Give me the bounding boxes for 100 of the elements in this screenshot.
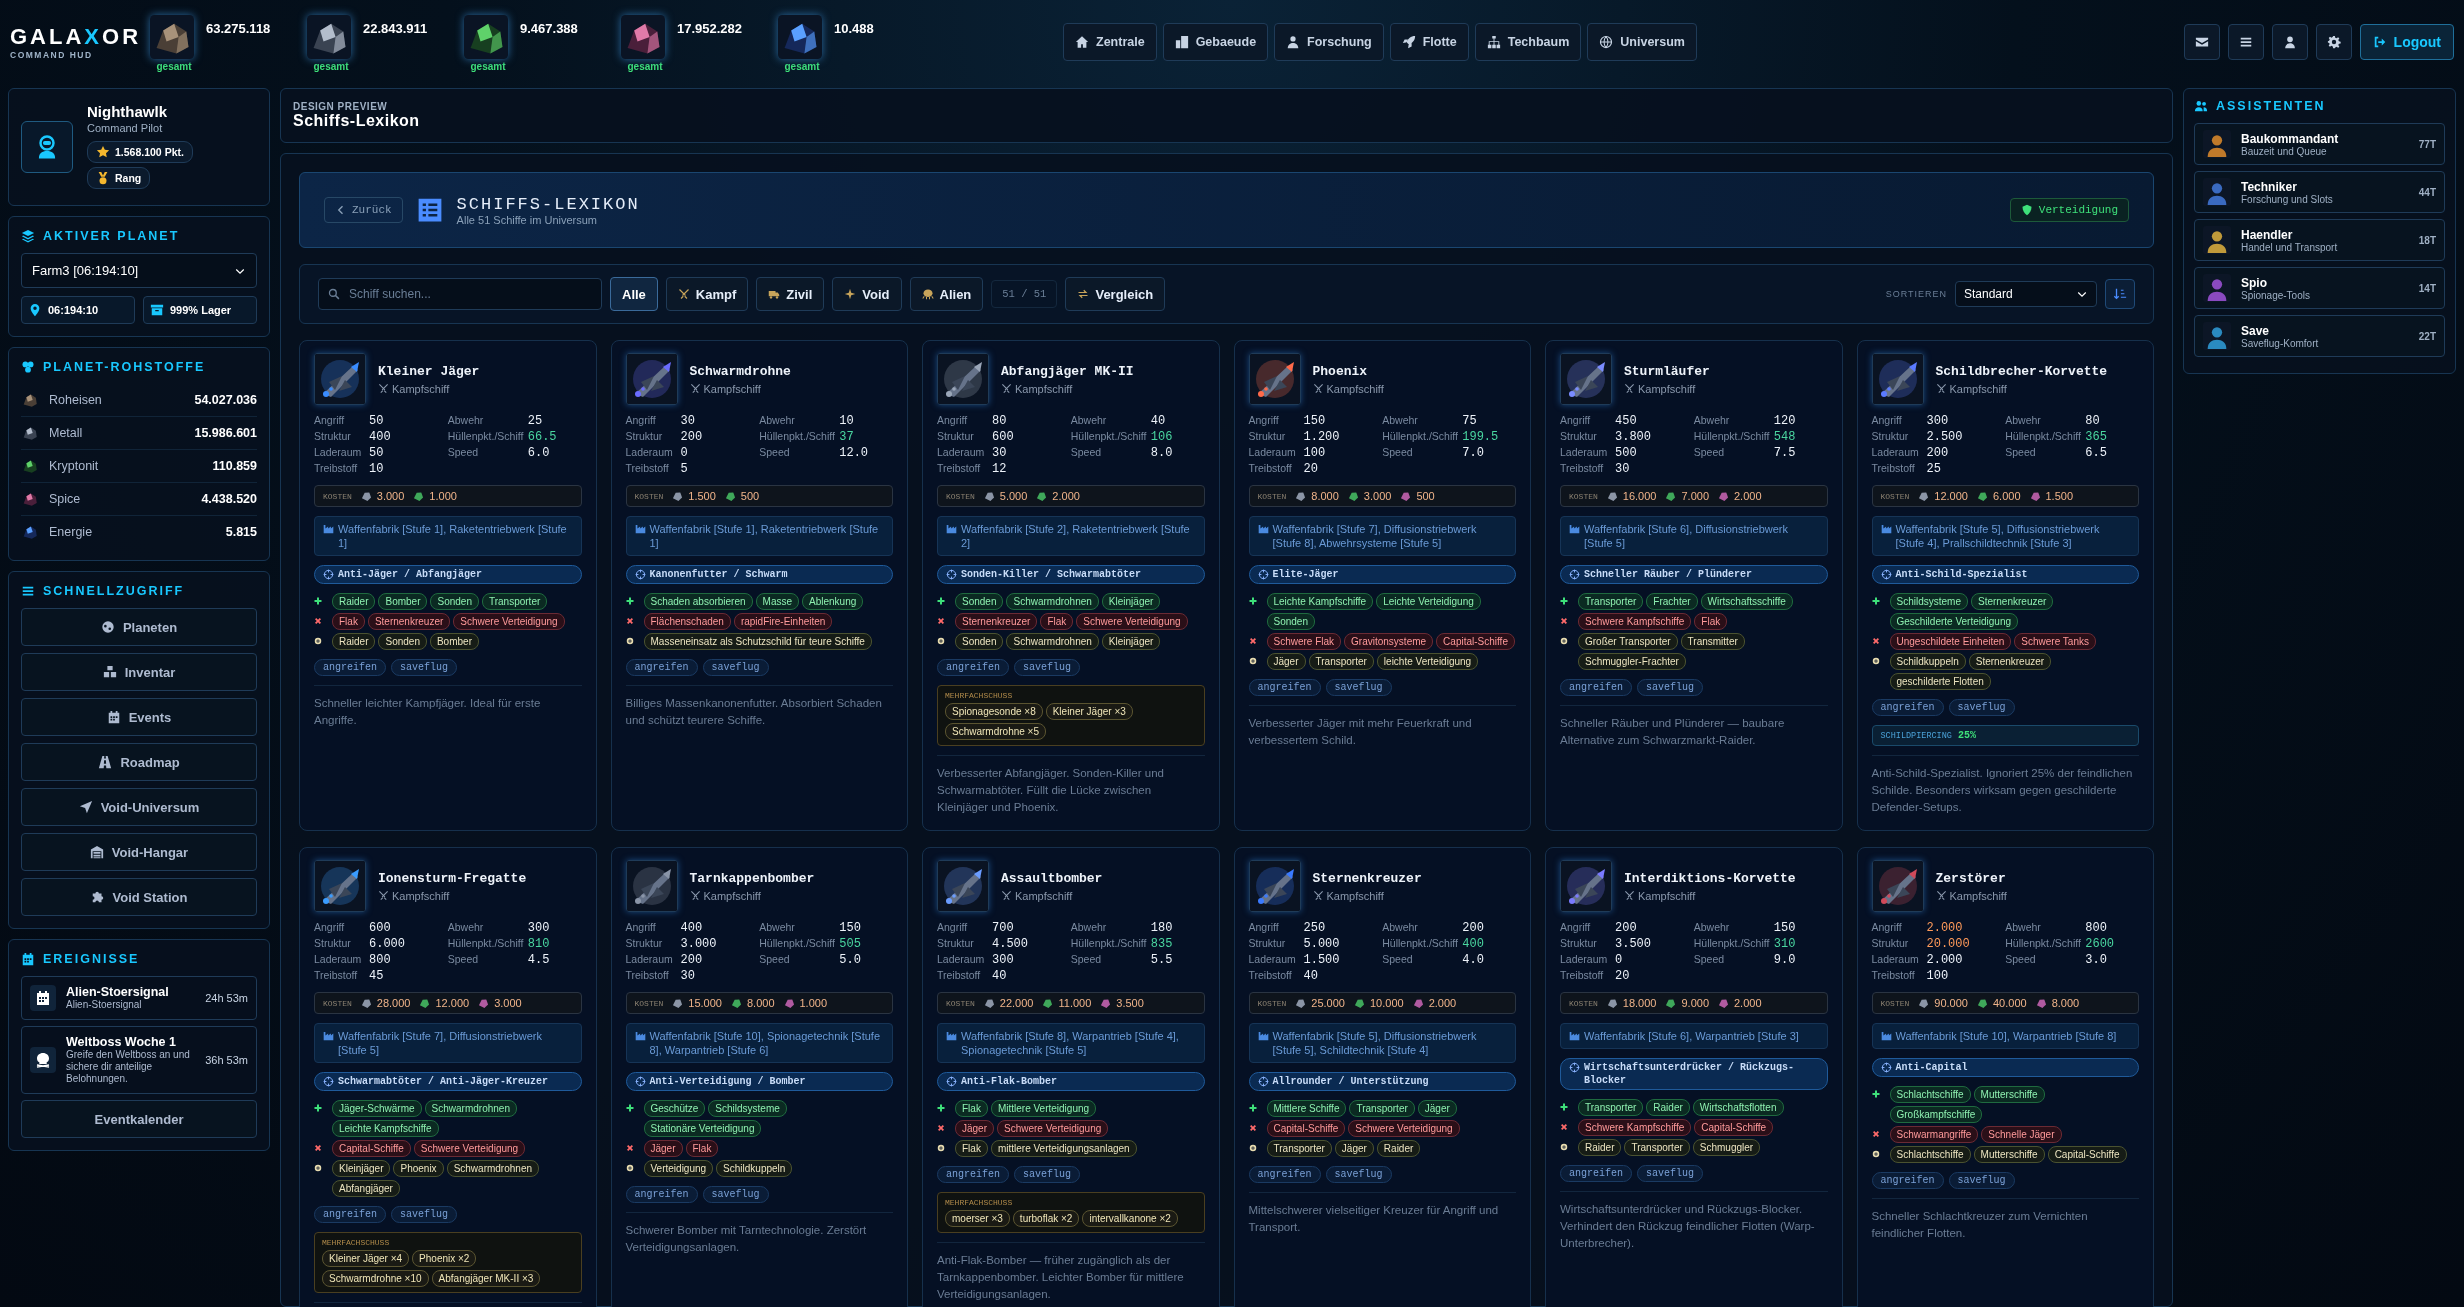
assistant-item[interactable]: Spio Spionage-Tools 14T [2194, 267, 2445, 309]
requirement-text: Waffenfabrik [Stufe 6], Warpantrieb [Stufe 3] [1584, 1029, 1799, 1043]
assistant-item[interactable]: Save Saveflug-Komfort 22T [2194, 315, 2445, 357]
assistant-text: Bauzeit und Queue [2241, 145, 2328, 157]
crystal-icon [1665, 490, 1677, 502]
stat-value: 150 [1773, 921, 1796, 935]
ship-name: Schwarmdrohne [689, 363, 791, 379]
ship-type: Kampfschiff [1949, 382, 2007, 395]
filter-button[interactable]: Void [832, 277, 902, 311]
quick-link-button[interactable]: Void-Universum [21, 788, 257, 826]
search-field[interactable]: Schiff suchen... [318, 278, 602, 310]
matchup-tag: Schwere Verteidigung [453, 613, 565, 630]
filter-button[interactable]: Zivil [756, 277, 825, 311]
crosshair-icon [1257, 1076, 1269, 1087]
assistant-item[interactable]: Haendler Handel und Transport 18T [2194, 219, 2445, 261]
ship-type: Kampfschiff [1326, 382, 1384, 395]
crystal-icon [1976, 997, 1988, 1009]
event-item[interactable]: Weltboss Woche 1 Greife den Weltboss an und sichere dir anteilige Belohnungen. 36h 53m [21, 1026, 257, 1094]
rocket-icon [1401, 35, 1416, 49]
stat-value: 5.5 [1150, 953, 1173, 967]
event-item[interactable]: Alien-Stoersignal Alien-Stoersignal 24h 53m [21, 976, 257, 1020]
cost-label: KOSTEN [634, 998, 664, 1008]
avatar-icon [2203, 226, 2231, 254]
ship-description: Schneller Räuber und Plünderer — baubare Alternative zum Schwarzmarkt-Raider. [1560, 716, 1786, 748]
matchup-tag: Gravitonsysteme [1344, 633, 1434, 650]
assistant-item[interactable]: Baukommandant Bauzeit und Queue 77T [2194, 123, 2445, 165]
stat-label: Speed [2005, 953, 2037, 965]
cost-value: 12.000 [1934, 490, 1968, 502]
stat-value: 4.5 [527, 953, 550, 967]
cost-label: KOSTEN [946, 491, 975, 501]
settings-button[interactable] [2315, 24, 2352, 60]
menu-button[interactable] [2227, 24, 2264, 60]
matchup-tag: Kleinjäger [1101, 633, 1161, 650]
ship-type: Kampfschiff [1638, 889, 1696, 902]
event-time: 24h 53m [205, 992, 248, 1004]
quick-link-button[interactable]: Roadmap [21, 743, 257, 781]
stat-label: Laderaum [1248, 953, 1297, 965]
filter-button[interactable]: Alle [610, 277, 658, 311]
stat-label: Hüllenpkt./Schiff [2005, 937, 2082, 949]
role-text: Schwarmabtöter / Anti-Jäger-Kreuzer [338, 1075, 549, 1088]
matchup-tag: Schmuggler-Frachter [1578, 653, 1686, 670]
ship-description: Verbesserter Abfangjäger. Sonden-Killer und Schwarmabtöter. Füllt die Lücke zwischen Kleinjäger und Phoenix. [937, 766, 1165, 815]
matchup-tag: Ungeschildete Einheiten [1889, 633, 2012, 650]
stat-label: Hüllenpkt./Schiff [1382, 937, 1459, 949]
mission-tag: saveflug [1637, 679, 1704, 696]
nav-button[interactable]: Techbaum [1474, 23, 1582, 61]
matchup-tag: Capital-Schiffe [1266, 1120, 1346, 1137]
nav-button[interactable]: Universum [1587, 23, 1697, 61]
assistant-item[interactable]: Techniker Forschung und Slots 44T [2194, 171, 2445, 213]
ore-icon [1918, 490, 1930, 502]
cross-icon [1248, 1124, 1257, 1132]
mission-tag: angreifen [1248, 679, 1321, 696]
matchup-tag: Mutterschiffe [1973, 1086, 2045, 1103]
sort-direction-button[interactable] [2105, 279, 2135, 309]
compare-button[interactable]: Vergleich [1065, 277, 1166, 311]
cost-label: KOSTEN [946, 998, 975, 1008]
back-button[interactable]: Zurück [324, 197, 403, 223]
nav-button[interactable]: Flotte [1389, 23, 1469, 61]
profile-button[interactable] [2271, 24, 2308, 60]
stat-label: Laderaum [625, 953, 674, 965]
target-icon [1560, 637, 1568, 645]
stat-label: Speed [1070, 953, 1103, 965]
role-text: Sonden-Killer / Schwarmabtöter [961, 568, 1142, 581]
stat-value: 200 [1615, 921, 1637, 935]
stat-label: Laderaum [1560, 953, 1609, 965]
planet-select[interactable]: Farm3 [06:194:10] [21, 253, 257, 288]
nav-button[interactable]: Gebaeude [1162, 23, 1269, 61]
plus-icon [1560, 597, 1568, 605]
stat-label: Angriff [1560, 414, 1592, 426]
matchup-tag: Schwarmdrohnen [446, 1160, 539, 1177]
cost-value: 90.000 [1934, 997, 1968, 1009]
stat-label: Treibstoff [937, 462, 982, 474]
stat-value: 5.000 [1303, 937, 1340, 951]
quick-link-button[interactable]: Void Station [21, 878, 257, 916]
nav-button[interactable]: Zentrale [1063, 23, 1157, 61]
defense-badge[interactable]: Verteidigung [2009, 198, 2129, 222]
quick-link-button[interactable]: Inventar [21, 653, 257, 691]
filter-button[interactable]: Kampf [665, 277, 749, 311]
quick-link-button[interactable]: Events [21, 698, 257, 736]
filter-button[interactable]: Alien [909, 277, 984, 311]
quick-link-button[interactable]: Planeten [21, 608, 257, 646]
cost-value: 1.000 [799, 997, 828, 1009]
stat-value: 80 [992, 414, 1007, 428]
factory-icon [1569, 1030, 1580, 1041]
mission-tag: saveflug [391, 659, 458, 676]
crystal-icon [419, 997, 431, 1009]
quick-link-button[interactable]: Void-Hangar [21, 833, 257, 871]
event-calendar-button[interactable]: Eventkalender [21, 1100, 257, 1138]
sort-select[interactable]: Standard [1955, 281, 2097, 307]
logout-button[interactable]: Logout [2359, 24, 2454, 60]
plus-icon [937, 597, 945, 605]
page-eyebrow: DESIGN PREVIEW [293, 101, 389, 112]
mail-button[interactable] [2183, 24, 2220, 60]
stat-label: Angriff [1248, 921, 1280, 933]
medal-icon [96, 171, 110, 185]
hierarchy-icon [1486, 35, 1501, 49]
cost-value: 16.000 [1622, 490, 1657, 502]
nav-button[interactable]: Forschung [1274, 23, 1384, 61]
matchup-tag: Jäger [1266, 653, 1306, 670]
matchup-tag: Sonden [1266, 613, 1315, 630]
